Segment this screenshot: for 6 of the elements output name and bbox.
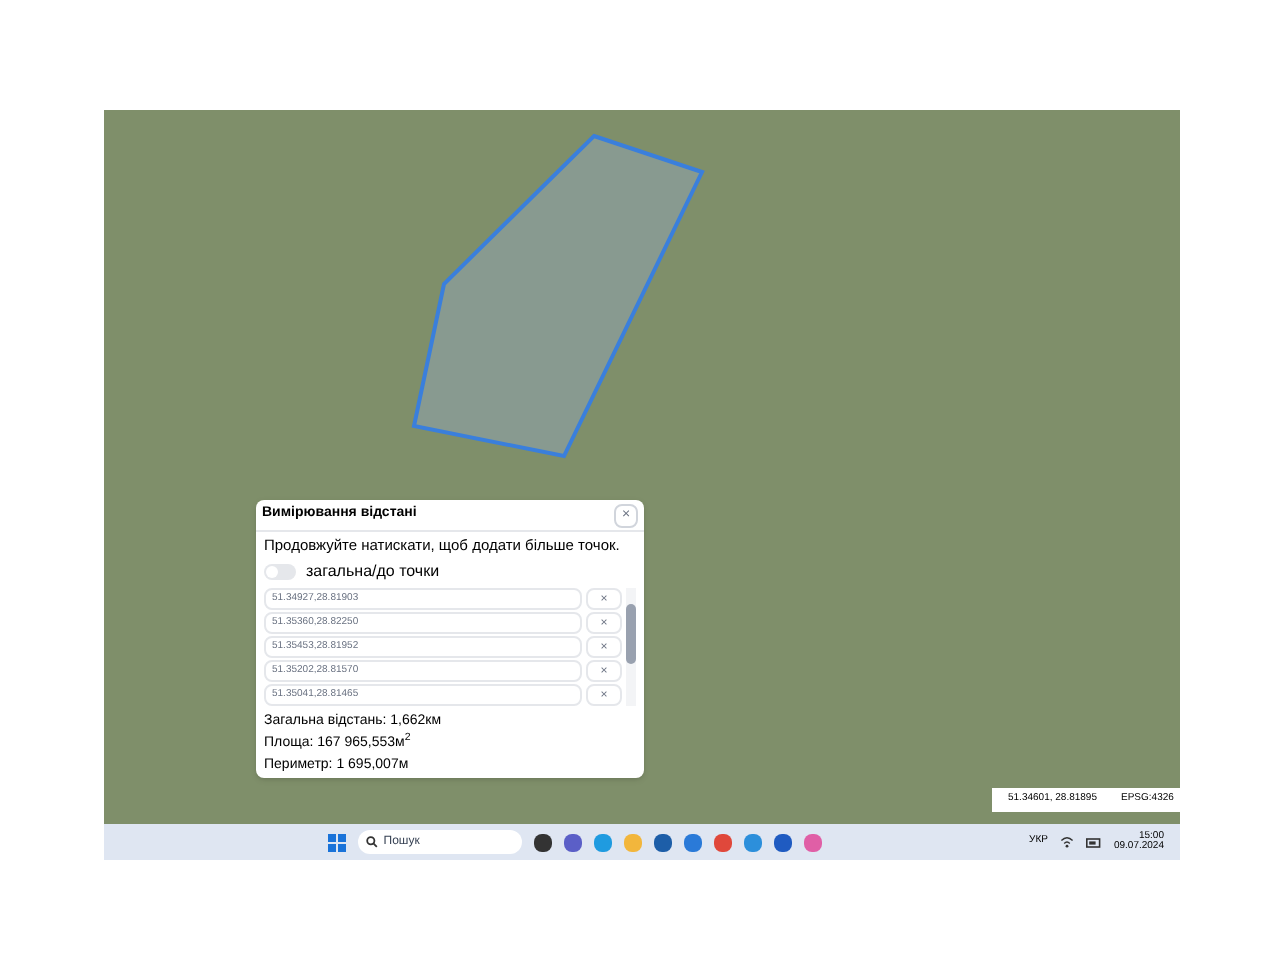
scrollbar[interactable] <box>626 588 636 706</box>
search-icon <box>365 836 378 848</box>
toggle-label: загальна/до точки <box>306 560 440 584</box>
toggle-switch[interactable] <box>264 564 296 580</box>
wifi-icon[interactable] <box>1059 836 1074 848</box>
windows-start-icon[interactable] <box>327 833 346 851</box>
